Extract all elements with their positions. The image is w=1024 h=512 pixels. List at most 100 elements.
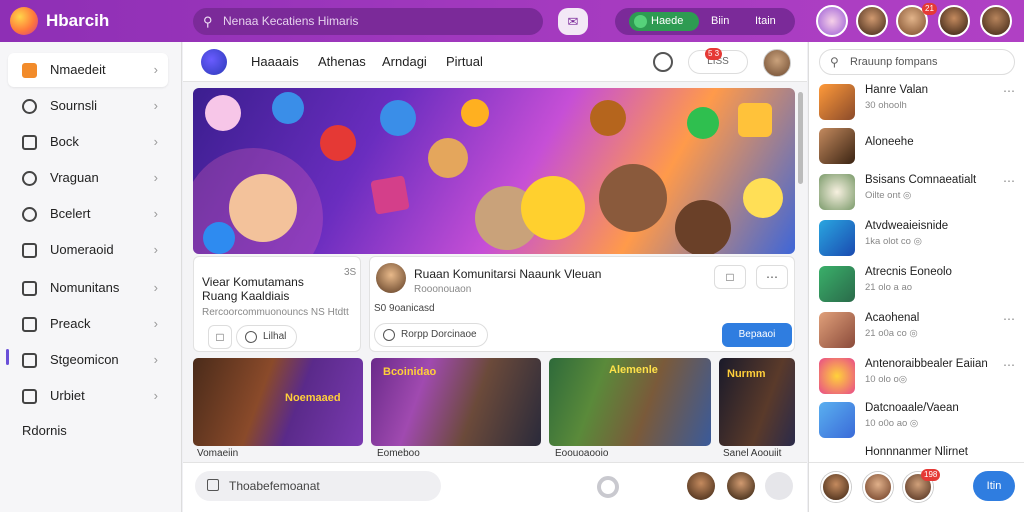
search-icon: ⚲ (203, 14, 213, 29)
more-options-icon[interactable]: ⋯ (1003, 84, 1015, 98)
pill-link-a[interactable]: Biin (711, 8, 729, 35)
thumbnail-banner: Bcoinidao (383, 366, 437, 378)
list-item[interactable]: Atrecnis Eoneolo 21 olo a ao (819, 264, 1019, 304)
sidebar-item-9[interactable]: Urbiet › (8, 379, 168, 413)
list-item[interactable]: Bsisans Comnaeatialt Oilte ont ◎ ⋯ (819, 172, 1019, 212)
groups-search-input[interactable]: ⚲ Rrauunp fompans (819, 49, 1015, 75)
video-thumbnail[interactable]: Noemaaed (193, 358, 363, 446)
join-button[interactable]: Itin (973, 471, 1015, 501)
tab-4[interactable]: Pirtual (446, 54, 483, 69)
sidebar-item-label: Sournsli (50, 98, 97, 113)
sidebar-item-8[interactable]: Stgeomicon › (8, 343, 168, 377)
record-icon[interactable] (597, 476, 619, 498)
video-thumbnail[interactable]: Nurmm (719, 358, 795, 446)
group-name: Aloneehe (865, 136, 914, 148)
child-figure (599, 164, 667, 232)
sidebar-item-6[interactable]: Nomunitans › (8, 271, 168, 305)
balloon-icon (687, 107, 719, 139)
community-icon (22, 281, 37, 296)
tab-1[interactable]: Haaaais (251, 54, 299, 69)
hero-banner[interactable] (193, 88, 795, 254)
group-thumbnail (819, 84, 855, 120)
sidebar-item-5[interactable]: Uomeraoid › (8, 233, 168, 267)
video-thumbnail[interactable]: Bcoinidao (371, 358, 541, 446)
list-item[interactable]: Atvdweaieisnide 1ka olot co ◎ (819, 218, 1019, 258)
animal-character (428, 138, 468, 178)
list-item[interactable]: Datcnoaale/Vaean 10 o0o ao ◎ (819, 400, 1019, 440)
join-label: Rorpp Dorcinaoe (401, 329, 477, 340)
thumbnail-caption: Vomaeiin (197, 448, 239, 459)
content-navbar: Haaaais Athenas Arndagi Pirtual LISS 5 3 (183, 42, 807, 82)
sidebar-item-label: Uomeraoid (50, 242, 114, 257)
character-icon (738, 103, 772, 137)
chevron-right-icon: › (153, 280, 158, 295)
like-button[interactable]: Lilhal (236, 325, 298, 349)
event-icon (22, 389, 37, 404)
more-options-icon[interactable]: ⋯ (1003, 312, 1015, 326)
sidebar-item-3[interactable]: Vraguan › (8, 161, 168, 195)
sidebar-item-label: Urbiet (50, 388, 85, 403)
group-meta: 10 olo o◎ (865, 374, 908, 385)
post-title: Ruaan Komunitarsi Naaunk Vleuan (414, 267, 602, 281)
post-card[interactable]: Ruaan Komunitarsi Naaunk Vleuan Rooonoua… (369, 256, 795, 352)
avatar[interactable] (727, 472, 755, 500)
pill-link-b[interactable]: Itain (755, 8, 776, 35)
tab-2[interactable]: Athenas (318, 54, 366, 69)
channel-avatar[interactable] (201, 49, 227, 75)
sidebar-item-1[interactable]: Sournsli › (8, 89, 168, 123)
list-item[interactable]: Acaohenal 21 o0a co ◎ ⋯ (819, 310, 1019, 350)
sidebar-item-4[interactable]: Bcelert › (8, 197, 168, 231)
group-meta: 21 olo a ao (865, 282, 913, 293)
save-icon[interactable]: □ (714, 265, 746, 289)
cta-button[interactable]: Bepaaoi (722, 323, 792, 347)
balloon-icon (203, 222, 235, 254)
live-status-button[interactable]: Haede (629, 12, 699, 31)
emoji-character (743, 178, 783, 218)
video-thumbnail[interactable]: Alemenle (549, 358, 711, 446)
clock-icon[interactable] (653, 52, 673, 72)
profile-avatar[interactable] (763, 49, 791, 77)
list-item[interactable]: Antenoraibbealer Eaiian 10 olo o◎ ⋯ (819, 356, 1019, 396)
scrollbar[interactable] (798, 92, 803, 184)
avatar[interactable] (856, 5, 888, 37)
balloon-icon (320, 125, 356, 161)
sidebar-item-label: Bcelert (50, 206, 91, 221)
join-icon (383, 329, 395, 341)
group-name: Honnnanmer Nlirnet (865, 446, 968, 458)
list-item[interactable]: Aloneehe (819, 126, 1019, 166)
group-name: Atrecnis Eoneolo (865, 266, 952, 278)
avatar[interactable] (863, 472, 893, 502)
tab-3[interactable]: Arndagi (382, 54, 427, 69)
avatar[interactable] (687, 472, 715, 500)
sidebar-item-7[interactable]: Preack › (8, 307, 168, 341)
add-user-icon[interactable] (765, 472, 793, 500)
live-dot-icon (634, 15, 647, 28)
sidebar-footer-link[interactable]: Rdornis (22, 423, 67, 438)
sidebar-item-2[interactable]: Bock › (8, 125, 168, 159)
composer-input[interactable]: Thoabefemoanat (195, 471, 441, 501)
post-card[interactable]: Viear Komutamans Ruang Kaaldiais 3S Rerc… (193, 256, 361, 352)
group-name: Atvdweaieisnide (865, 220, 949, 232)
avatar[interactable] (938, 5, 970, 37)
child-figure (675, 200, 731, 254)
list-item[interactable]: Hanre Valan 30 ohoolh ⋯ (819, 82, 1019, 122)
right-sidebar: ⚲ Rrauunp fompans Hanre Valan 30 ohoolh … (808, 42, 1024, 512)
avatar[interactable] (821, 472, 851, 502)
list-item[interactable]: Honnnanmer Nlirnet (819, 444, 1019, 462)
avatar[interactable] (980, 5, 1012, 37)
search-input[interactable]: ⚲ Nenaa Kecatiens Himaris (193, 8, 543, 35)
composer-placeholder: Thoabefemoanat (229, 479, 320, 493)
app-logo-icon[interactable] (10, 7, 38, 35)
join-button[interactable]: Rorpp Dorcinaoe (374, 323, 488, 347)
group-name: Datcnoaale/Vaean (865, 402, 959, 414)
more-options-icon[interactable]: ⋯ (756, 265, 788, 289)
more-options-icon[interactable]: ⋯ (1003, 358, 1015, 372)
group-thumbnail (819, 402, 855, 438)
sidebar-item-label: Vraguan (50, 170, 99, 185)
share-icon[interactable]: □ (208, 325, 232, 349)
chat-icon[interactable]: ✉ (558, 8, 588, 35)
sidebar-item-0[interactable]: Nmaedeit › (8, 53, 168, 87)
author-avatar[interactable] (376, 263, 406, 293)
avatar[interactable] (816, 5, 848, 37)
more-options-icon[interactable]: ⋯ (1003, 174, 1015, 188)
